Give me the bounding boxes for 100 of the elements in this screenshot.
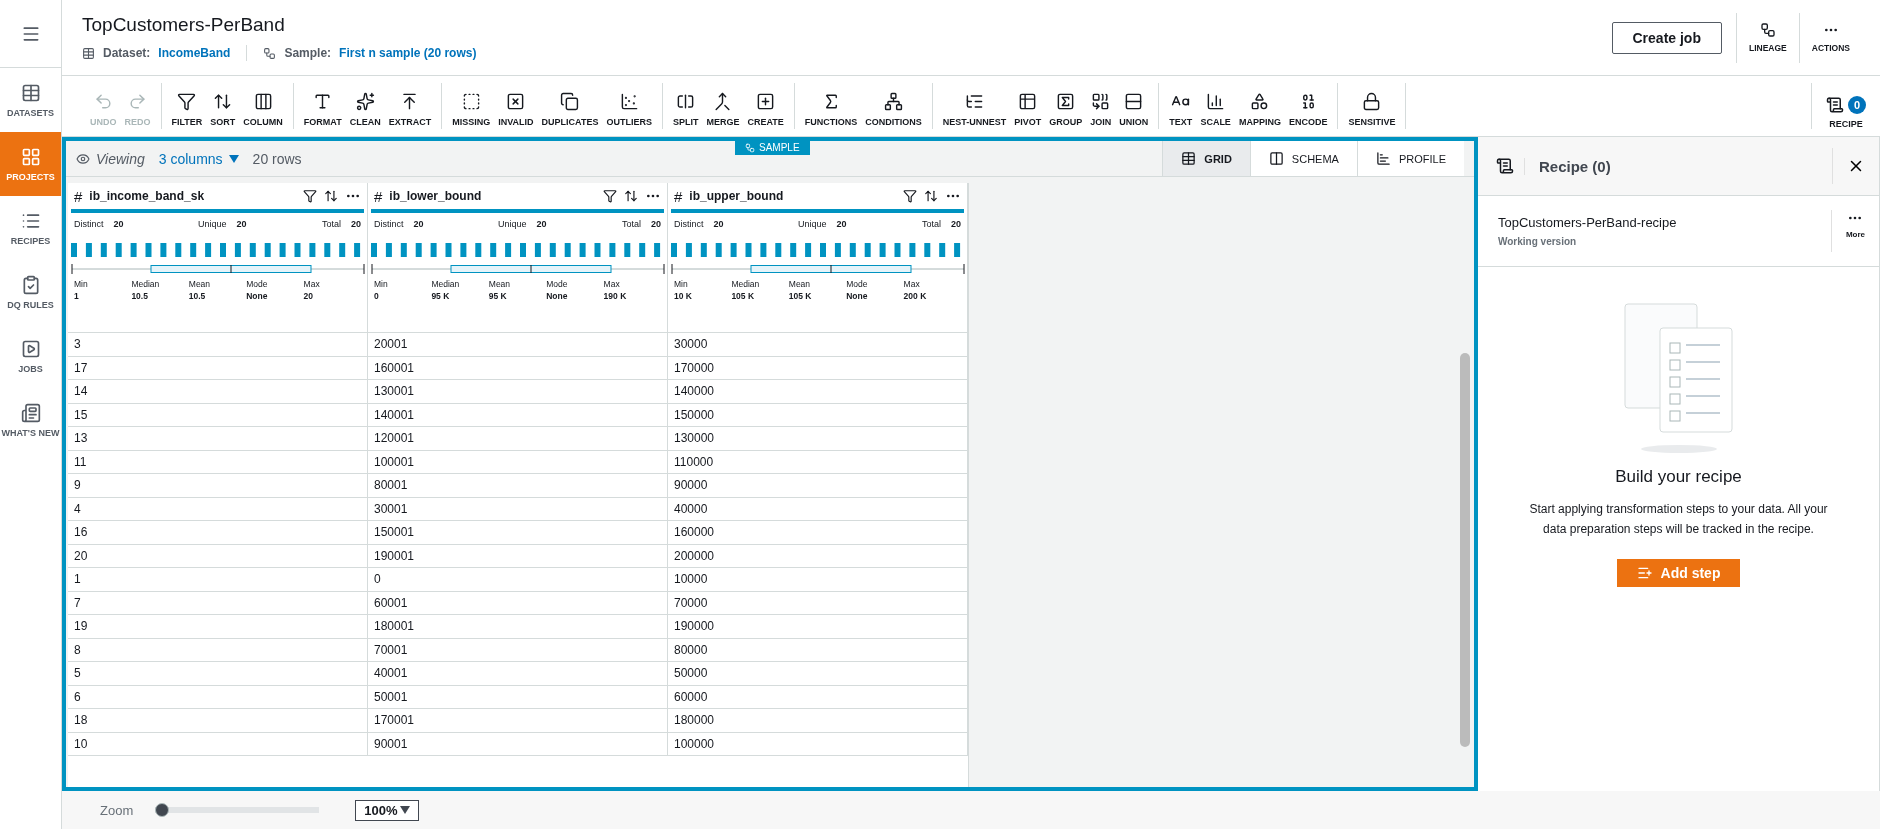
toolbar-button[interactable]: SPLIT: [668, 88, 703, 129]
create-job-button[interactable]: Create job: [1611, 21, 1722, 54]
toolbar-button[interactable]: SCALE: [1196, 88, 1235, 129]
toolbar-button[interactable]: CREATE: [743, 88, 788, 129]
toolbar-button[interactable]: FILTER: [167, 88, 207, 129]
scrollbar[interactable]: [1460, 353, 1470, 747]
filter-icon[interactable]: [603, 189, 617, 203]
toolbar-button[interactable]: SENSITIVE: [1344, 88, 1400, 129]
stat-value: 20: [836, 219, 847, 229]
table-cell: 9: [68, 474, 368, 498]
shapes-icon: [1250, 92, 1270, 111]
toolbar-button[interactable]: ENCODE: [1284, 88, 1332, 129]
toolbar-button[interactable]: MAPPING: [1234, 88, 1285, 129]
table-icon: [20, 82, 41, 103]
toolbar-button[interactable]: COLUMN: [239, 88, 287, 129]
stat-value: 20: [536, 219, 547, 229]
column-name: ib_lower_bound: [389, 189, 483, 203]
grid-icon: [1181, 151, 1197, 166]
table-cell: 130000: [668, 427, 968, 451]
summary-value: 20: [303, 291, 315, 301]
toolbar-button[interactable]: CLEAN: [345, 88, 385, 129]
version-label: Working version: [1498, 236, 1578, 247]
table-cell: 80000: [668, 638, 968, 662]
viewing-label: Viewing: [96, 150, 145, 167]
toolbar-button[interactable]: PIVOT: [1010, 88, 1046, 129]
add-column-icon: [756, 92, 776, 111]
recipe-button[interactable]: 0 RECIPE: [1811, 83, 1880, 129]
view-tab[interactable]: GRID: [1162, 141, 1250, 176]
view-tab[interactable]: SCHEMA: [1249, 141, 1357, 176]
table-cell: 70001: [368, 638, 668, 662]
toolbar-button[interactable]: UNION: [1115, 88, 1153, 129]
toolbar-button[interactable]: TEXT: [1165, 88, 1197, 129]
table-cell: 16: [68, 521, 368, 545]
summary-value: 95 K: [488, 291, 508, 301]
sparkle-icon: [355, 92, 375, 111]
toolbar-button[interactable]: CONDITIONS: [861, 88, 926, 129]
stat-label: Distinct: [74, 219, 104, 229]
newspaper-icon: [20, 402, 41, 423]
branch-icon: [884, 92, 904, 111]
toolbar-button[interactable]: OUTLIERS: [602, 88, 656, 129]
grid-icon: [20, 146, 41, 167]
summary-value: None: [246, 291, 269, 301]
table-cell: 3: [68, 333, 368, 357]
join-icon: [1091, 92, 1111, 111]
table-cell: 14: [68, 380, 368, 404]
stat-value: 20: [951, 219, 961, 229]
stat-label: Distinct: [674, 219, 704, 229]
summary-label: Mean: [188, 279, 212, 289]
toolbar-button[interactable]: GROUP: [1045, 88, 1087, 129]
toolbar-button[interactable]: MERGE: [702, 88, 744, 129]
sort-icon[interactable]: [624, 189, 638, 203]
view-tab[interactable]: PROFILE: [1356, 141, 1464, 176]
toolbar-button[interactable]: JOIN: [1086, 88, 1116, 129]
toolbar-button[interactable]: DUPLICATES: [537, 88, 603, 129]
stat-label: Total: [921, 219, 941, 229]
stat-value: 20: [651, 219, 661, 229]
add-list-icon: [1636, 565, 1653, 581]
table-cell: 120001: [368, 427, 668, 451]
toolbar-button[interactable]: INVALID: [494, 88, 538, 129]
slider-thumb[interactable]: [155, 803, 170, 817]
type-symbol: #: [374, 187, 383, 205]
sample-link[interactable]: First n sample (20 rows): [339, 46, 477, 60]
zoom-dropdown[interactable]: 100%: [355, 799, 420, 821]
toolbar-button[interactable]: EXTRACT: [384, 88, 436, 129]
pivot-icon: [1018, 92, 1038, 111]
sort-icon[interactable]: [324, 189, 338, 203]
dataset-link[interactable]: IncomeBand: [158, 46, 231, 60]
empty-title: Build your recipe: [1615, 467, 1742, 487]
type-symbol: #: [74, 187, 83, 205]
toolbar-button[interactable]: SORT: [206, 88, 240, 129]
columns-icon: [1268, 151, 1284, 166]
table-cell: 140000: [668, 380, 968, 404]
eye-icon: [76, 151, 90, 166]
sort-icon[interactable]: [924, 189, 938, 203]
toolbar-button[interactable]: NEST-UNNEST: [938, 88, 1011, 129]
group-icon: [1056, 92, 1076, 111]
table-cell: 60001: [368, 591, 668, 615]
toolbar-button[interactable]: FORMAT: [299, 88, 346, 129]
table-cell: 7: [68, 591, 368, 615]
dashed-square-icon: [461, 92, 481, 111]
table-cell: 160000: [668, 521, 968, 545]
lineage-icon: [1759, 22, 1776, 38]
filter-icon[interactable]: [303, 189, 317, 203]
table-cell: 80001: [368, 474, 668, 498]
summary-label: Min: [74, 279, 89, 289]
table-cell: 110000: [668, 450, 968, 474]
invalid-square-icon: [506, 92, 526, 111]
table-cell: 100000: [668, 732, 968, 756]
summary-label: Mean: [488, 279, 512, 289]
toolbar-button[interactable]: FUNCTIONS: [800, 88, 862, 129]
table-cell: 1: [68, 568, 368, 592]
table-cell: 60000: [668, 685, 968, 709]
summary-value: 95 K: [431, 291, 451, 301]
merge-icon: [713, 92, 733, 111]
filter-icon[interactable]: [903, 189, 917, 203]
columns-dropdown[interactable]: 3 columns: [158, 150, 239, 167]
dataset-label: Dataset:: [103, 46, 151, 60]
more-button[interactable]: More: [1830, 210, 1879, 252]
table-cell: 100001: [368, 450, 668, 474]
toolbar-button[interactable]: MISSING: [448, 88, 495, 129]
